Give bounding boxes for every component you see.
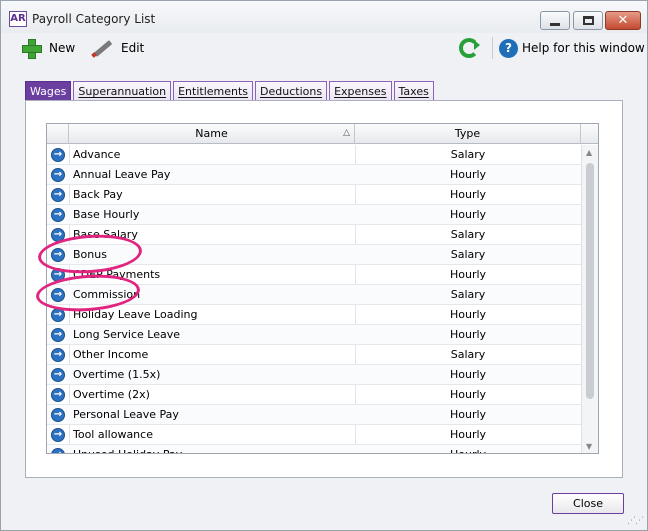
close-window-button[interactable]: ✕ (605, 11, 641, 30)
row-type: Hourly (449, 308, 487, 321)
row-name: Back Pay (73, 188, 123, 201)
help-button[interactable]: ? Help for this window (499, 37, 645, 59)
row-name: Tool allowance (73, 428, 153, 441)
tab-deductions[interactable]: Deductions (255, 81, 328, 101)
row-name: Overtime (1.5x) (73, 368, 161, 381)
drill-down-arrow-icon[interactable] (51, 328, 65, 342)
drill-down-arrow-icon[interactable] (51, 368, 65, 382)
close-icon: ✕ (617, 13, 629, 28)
row-type: Hourly (355, 445, 581, 453)
tab-expenses[interactable]: Expenses (329, 81, 392, 101)
row-type: Hourly (449, 188, 487, 201)
table-row[interactable]: Overtime (2x) Hourly (47, 385, 581, 405)
edit-button-label: Edit (121, 41, 145, 55)
row-type: Hourly (449, 368, 487, 381)
header-icon-column (47, 124, 69, 144)
drill-down-arrow-icon[interactable] (51, 168, 65, 182)
scroll-down-icon[interactable]: ▼ (586, 442, 592, 451)
row-type: Hourly (449, 388, 487, 401)
row-type: Hourly (449, 428, 487, 441)
minimize-button[interactable] (540, 11, 570, 30)
tab-wages[interactable]: Wages (25, 81, 72, 101)
row-name: Personal Leave Pay (73, 408, 179, 421)
category-tabs: Wages Superannuation Entitlements Deduct… (25, 81, 436, 101)
resize-grip-icon[interactable]: ⋰⋰ (627, 516, 644, 526)
title-bar: AR Payroll Category List ✕ (1, 1, 647, 33)
vertical-scrollbar[interactable]: ▲ ▼ (581, 145, 598, 453)
close-button[interactable]: Close (552, 493, 624, 514)
app-logo-icon: AR (9, 11, 27, 27)
help-button-label: Help for this window (522, 41, 645, 55)
row-type: Hourly (449, 328, 487, 341)
tab-panel: Name △ Type Advance Salary Annual Leave P… (25, 100, 623, 478)
scroll-up-icon[interactable]: ▲ (586, 148, 592, 157)
grid-header: Name △ Type (47, 124, 598, 144)
row-name: Other Income (73, 348, 149, 361)
maximize-button[interactable] (573, 11, 603, 30)
drill-down-arrow-icon[interactable] (51, 148, 65, 162)
row-name: Unused Holiday Pay (73, 445, 182, 453)
minimize-icon (550, 23, 560, 26)
drill-down-arrow-icon[interactable] (51, 208, 65, 222)
help-icon: ? (499, 38, 518, 58)
row-type: Salary (450, 288, 486, 301)
drill-down-arrow-icon[interactable] (51, 408, 65, 422)
table-row[interactable]: Tool allowance Hourly (47, 425, 581, 445)
pencil-icon (91, 38, 113, 58)
table-row[interactable]: Back Pay Hourly (47, 185, 581, 205)
row-name: Advance (73, 148, 121, 161)
new-button-label: New (49, 41, 76, 55)
row-type: Salary (450, 228, 486, 241)
table-row[interactable]: Personal Leave Pay Hourly (47, 405, 581, 425)
toolbar: New Edit ? Help for this window (1, 33, 647, 63)
row-type: Salary (450, 148, 486, 161)
table-row[interactable]: Holiday Leave LoadingHourly (47, 305, 581, 325)
table-row[interactable]: Base Hourly Hourly (47, 205, 581, 225)
drill-down-arrow-icon[interactable] (51, 428, 65, 442)
tab-taxes[interactable]: Taxes (393, 81, 434, 101)
header-name-label: Name (195, 127, 228, 140)
tab-entitlements[interactable]: Entitlements (173, 81, 254, 101)
row-name: Overtime (2x) (73, 388, 150, 401)
row-type: Hourly (449, 408, 487, 421)
maximize-icon (583, 16, 594, 25)
table-row[interactable]: Other Income Salary (47, 345, 581, 365)
header-name[interactable]: Name △ (69, 124, 355, 144)
new-button[interactable]: New (21, 37, 75, 59)
refresh-icon[interactable] (459, 38, 480, 58)
plus-icon (21, 38, 42, 59)
window-title: Payroll Category List (32, 12, 156, 26)
table-row[interactable]: Long Service Leave Hourly (47, 325, 581, 345)
row-name: Annual Leave Pay (73, 168, 171, 181)
row-type: Salary (450, 348, 486, 361)
row-type: Hourly (449, 168, 487, 181)
drill-down-arrow-icon[interactable] (51, 188, 65, 202)
tab-superannuation[interactable]: Superannuation (73, 81, 172, 101)
scroll-thumb[interactable] (586, 163, 594, 399)
row-name: Long Service Leave (73, 328, 180, 341)
header-type[interactable]: Type (355, 124, 581, 144)
header-filler (581, 124, 598, 144)
table-row[interactable]: Advance Salary (47, 145, 581, 165)
sort-ascending-icon: △ (343, 128, 350, 138)
payroll-category-window: AR Payroll Category List ✕ New Edit ? He… (0, 0, 648, 531)
row-type: Salary (450, 248, 486, 261)
drill-down-arrow-icon[interactable] (51, 448, 65, 453)
row-name: Base Hourly (73, 208, 140, 221)
row-type: Hourly (449, 208, 487, 221)
drill-down-arrow-icon[interactable] (51, 388, 65, 402)
edit-button[interactable]: Edit (91, 37, 144, 59)
table-row[interactable]: Annual Leave Pay Hourly (47, 165, 581, 185)
table-row[interactable]: Unused Holiday Pay Hourly (47, 445, 581, 453)
toolbar-divider (492, 37, 493, 59)
row-type: Hourly (449, 268, 487, 281)
table-row[interactable]: Overtime (1.5x) Hourly (47, 365, 581, 385)
drill-down-arrow-icon[interactable] (51, 348, 65, 362)
